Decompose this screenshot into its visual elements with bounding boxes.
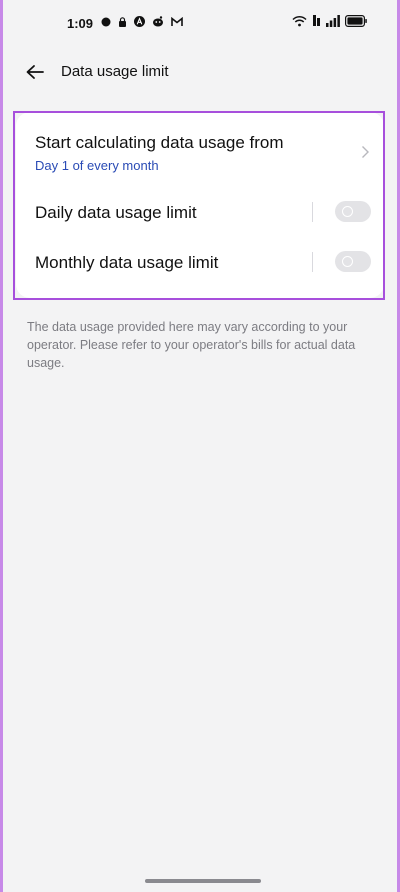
divider [312,202,313,222]
a-logo-icon [134,14,145,32]
toggle-knob [342,256,353,267]
divider [312,252,313,272]
back-arrow-icon [26,65,44,79]
signal-bars-icon [326,14,340,32]
back-button[interactable] [21,60,49,84]
home-indicator[interactable] [145,879,261,883]
reddit-icon [152,14,164,32]
lock-app-icon [118,14,127,32]
daily-limit-row: Daily data usage limit [16,192,384,234]
signal-icon [312,14,321,32]
monthly-limit-toggle[interactable] [335,251,371,272]
battery-icon [345,14,367,32]
monthly-limit-row: Monthly data usage limit [16,241,384,283]
toggle-knob [342,206,353,217]
wifi-icon [292,14,307,32]
app-header: Data usage limit [3,52,397,92]
page-title: Data usage limit [61,63,169,80]
system-icons [287,15,367,31]
gmail-icon [171,14,183,32]
calc-start-label: Start calculating data usage from [35,133,284,152]
daily-limit-label: Daily data usage limit [35,203,197,222]
calc-start-value: Day 1 of every month [35,158,159,173]
chevron-right-icon [362,146,369,158]
calc-start-row[interactable]: Start calculating data usage from Day 1 … [16,112,384,182]
daily-limit-toggle[interactable] [335,201,371,222]
disclaimer-note: The data usage provided here may vary ac… [27,320,356,370]
status-bar: 1:09 [3,0,397,44]
chat-bubble-icon [101,14,111,32]
settings-screen: 1:09 Data usage limit Start calculating … [0,0,400,892]
monthly-limit-label: Monthly data usage limit [35,253,219,272]
status-time: 1:09 [67,16,94,31]
notification-icons [101,16,190,30]
settings-card: Start calculating data usage from Day 1 … [16,112,384,298]
